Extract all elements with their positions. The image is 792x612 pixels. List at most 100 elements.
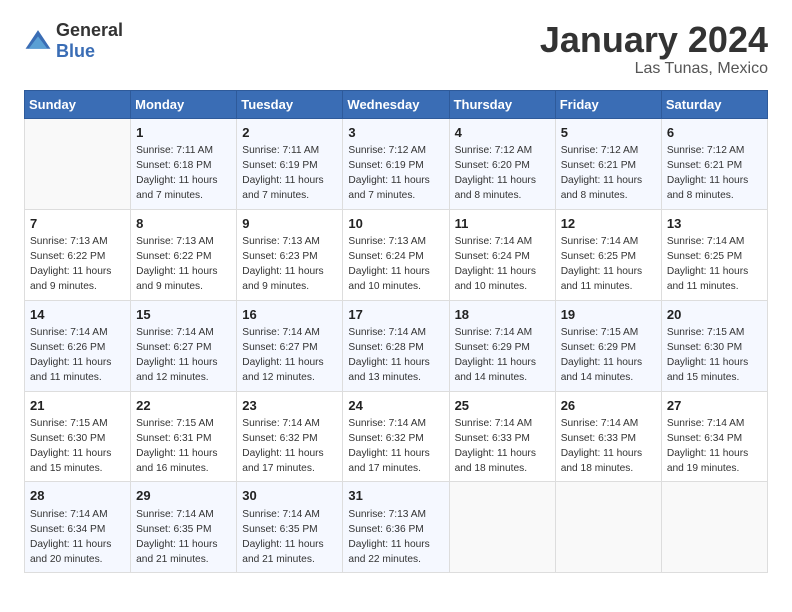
day-info: Sunrise: 7:15 AM bbox=[667, 326, 762, 341]
day-number: 6 bbox=[667, 124, 762, 143]
day-info: Sunset: 6:29 PM bbox=[561, 341, 656, 356]
day-info: Daylight: 11 hours bbox=[30, 265, 125, 280]
day-info: and 8 minutes. bbox=[561, 189, 656, 204]
day-info: Sunrise: 7:14 AM bbox=[136, 508, 231, 523]
calendar-week-row: 14Sunrise: 7:14 AMSunset: 6:26 PMDayligh… bbox=[25, 300, 768, 391]
day-info: Sunset: 6:24 PM bbox=[348, 250, 443, 265]
calendar-cell: 24Sunrise: 7:14 AMSunset: 6:32 PMDayligh… bbox=[343, 391, 449, 482]
calendar-cell: 23Sunrise: 7:14 AMSunset: 6:32 PMDayligh… bbox=[237, 391, 343, 482]
day-number: 25 bbox=[455, 397, 550, 416]
day-number: 28 bbox=[30, 487, 125, 506]
column-header-wednesday: Wednesday bbox=[343, 90, 449, 118]
day-info: and 11 minutes. bbox=[561, 280, 656, 295]
day-number: 26 bbox=[561, 397, 656, 416]
day-info: Sunrise: 7:15 AM bbox=[136, 417, 231, 432]
calendar-table: SundayMondayTuesdayWednesdayThursdayFrid… bbox=[24, 90, 768, 574]
day-number: 7 bbox=[30, 215, 125, 234]
day-info: Sunrise: 7:13 AM bbox=[348, 508, 443, 523]
day-info: Sunset: 6:36 PM bbox=[348, 523, 443, 538]
day-info: Daylight: 11 hours bbox=[136, 174, 231, 189]
day-info: and 12 minutes. bbox=[136, 371, 231, 386]
day-info: Sunrise: 7:14 AM bbox=[136, 326, 231, 341]
day-info: Daylight: 11 hours bbox=[455, 174, 550, 189]
day-number: 17 bbox=[348, 306, 443, 325]
calendar-cell bbox=[449, 482, 555, 573]
day-info: Sunset: 6:28 PM bbox=[348, 341, 443, 356]
day-info: Sunset: 6:25 PM bbox=[561, 250, 656, 265]
day-info: Sunset: 6:30 PM bbox=[667, 341, 762, 356]
day-number: 29 bbox=[136, 487, 231, 506]
day-info: and 15 minutes. bbox=[667, 371, 762, 386]
day-info: Sunrise: 7:13 AM bbox=[136, 235, 231, 250]
day-info: Sunset: 6:26 PM bbox=[30, 341, 125, 356]
day-info: Sunrise: 7:11 AM bbox=[242, 144, 337, 159]
day-info: Sunset: 6:22 PM bbox=[30, 250, 125, 265]
day-info: Sunrise: 7:14 AM bbox=[30, 508, 125, 523]
day-info: Sunset: 6:19 PM bbox=[242, 159, 337, 174]
day-info: Sunrise: 7:12 AM bbox=[455, 144, 550, 159]
day-info: and 8 minutes. bbox=[455, 189, 550, 204]
calendar-cell: 20Sunrise: 7:15 AMSunset: 6:30 PMDayligh… bbox=[661, 300, 767, 391]
day-info: and 21 minutes. bbox=[136, 553, 231, 568]
column-header-saturday: Saturday bbox=[661, 90, 767, 118]
calendar-cell: 17Sunrise: 7:14 AMSunset: 6:28 PMDayligh… bbox=[343, 300, 449, 391]
day-info: and 18 minutes. bbox=[561, 462, 656, 477]
day-info: Daylight: 11 hours bbox=[348, 265, 443, 280]
day-info: Sunset: 6:29 PM bbox=[455, 341, 550, 356]
calendar-cell: 4Sunrise: 7:12 AMSunset: 6:20 PMDaylight… bbox=[449, 118, 555, 209]
calendar-week-row: 7Sunrise: 7:13 AMSunset: 6:22 PMDaylight… bbox=[25, 209, 768, 300]
day-number: 5 bbox=[561, 124, 656, 143]
day-number: 1 bbox=[136, 124, 231, 143]
day-info: Daylight: 11 hours bbox=[348, 174, 443, 189]
day-info: Sunrise: 7:14 AM bbox=[242, 417, 337, 432]
day-info: Sunset: 6:33 PM bbox=[455, 432, 550, 447]
calendar-cell: 6Sunrise: 7:12 AMSunset: 6:21 PMDaylight… bbox=[661, 118, 767, 209]
day-info: Daylight: 11 hours bbox=[348, 447, 443, 462]
calendar-week-row: 28Sunrise: 7:14 AMSunset: 6:34 PMDayligh… bbox=[25, 482, 768, 573]
day-info: Sunset: 6:18 PM bbox=[136, 159, 231, 174]
day-info: Sunset: 6:25 PM bbox=[667, 250, 762, 265]
day-info: Daylight: 11 hours bbox=[136, 265, 231, 280]
day-info: and 9 minutes. bbox=[30, 280, 125, 295]
calendar-cell: 8Sunrise: 7:13 AMSunset: 6:22 PMDaylight… bbox=[131, 209, 237, 300]
day-info: and 11 minutes. bbox=[667, 280, 762, 295]
day-info: and 7 minutes. bbox=[242, 189, 337, 204]
day-info: Daylight: 11 hours bbox=[348, 538, 443, 553]
logo-icon bbox=[24, 27, 52, 55]
day-info: Sunset: 6:31 PM bbox=[136, 432, 231, 447]
day-info: Daylight: 11 hours bbox=[667, 265, 762, 280]
day-info: Sunrise: 7:11 AM bbox=[136, 144, 231, 159]
day-info: Daylight: 11 hours bbox=[30, 356, 125, 371]
day-info: Sunrise: 7:14 AM bbox=[561, 417, 656, 432]
day-info: Daylight: 11 hours bbox=[136, 356, 231, 371]
day-info: Sunrise: 7:12 AM bbox=[561, 144, 656, 159]
day-info: Daylight: 11 hours bbox=[348, 356, 443, 371]
calendar-header-row: SundayMondayTuesdayWednesdayThursdayFrid… bbox=[25, 90, 768, 118]
day-info: and 15 minutes. bbox=[30, 462, 125, 477]
calendar-cell: 13Sunrise: 7:14 AMSunset: 6:25 PMDayligh… bbox=[661, 209, 767, 300]
day-info: Daylight: 11 hours bbox=[30, 538, 125, 553]
day-number: 9 bbox=[242, 215, 337, 234]
day-info: Sunrise: 7:12 AM bbox=[667, 144, 762, 159]
calendar-cell: 3Sunrise: 7:12 AMSunset: 6:19 PMDaylight… bbox=[343, 118, 449, 209]
day-info: and 21 minutes. bbox=[242, 553, 337, 568]
calendar-cell: 27Sunrise: 7:14 AMSunset: 6:34 PMDayligh… bbox=[661, 391, 767, 482]
day-info: and 19 minutes. bbox=[667, 462, 762, 477]
day-info: Sunrise: 7:14 AM bbox=[242, 508, 337, 523]
day-info: and 12 minutes. bbox=[242, 371, 337, 386]
calendar-cell: 11Sunrise: 7:14 AMSunset: 6:24 PMDayligh… bbox=[449, 209, 555, 300]
calendar-cell: 19Sunrise: 7:15 AMSunset: 6:29 PMDayligh… bbox=[555, 300, 661, 391]
day-info: Daylight: 11 hours bbox=[242, 265, 337, 280]
day-info: Sunrise: 7:14 AM bbox=[348, 326, 443, 341]
calendar-cell: 12Sunrise: 7:14 AMSunset: 6:25 PMDayligh… bbox=[555, 209, 661, 300]
column-header-monday: Monday bbox=[131, 90, 237, 118]
day-info: and 13 minutes. bbox=[348, 371, 443, 386]
day-info: Sunrise: 7:15 AM bbox=[561, 326, 656, 341]
day-info: Sunset: 6:32 PM bbox=[348, 432, 443, 447]
day-number: 27 bbox=[667, 397, 762, 416]
day-number: 13 bbox=[667, 215, 762, 234]
calendar-cell: 5Sunrise: 7:12 AMSunset: 6:21 PMDaylight… bbox=[555, 118, 661, 209]
day-number: 31 bbox=[348, 487, 443, 506]
day-info: Daylight: 11 hours bbox=[455, 265, 550, 280]
day-number: 11 bbox=[455, 215, 550, 234]
